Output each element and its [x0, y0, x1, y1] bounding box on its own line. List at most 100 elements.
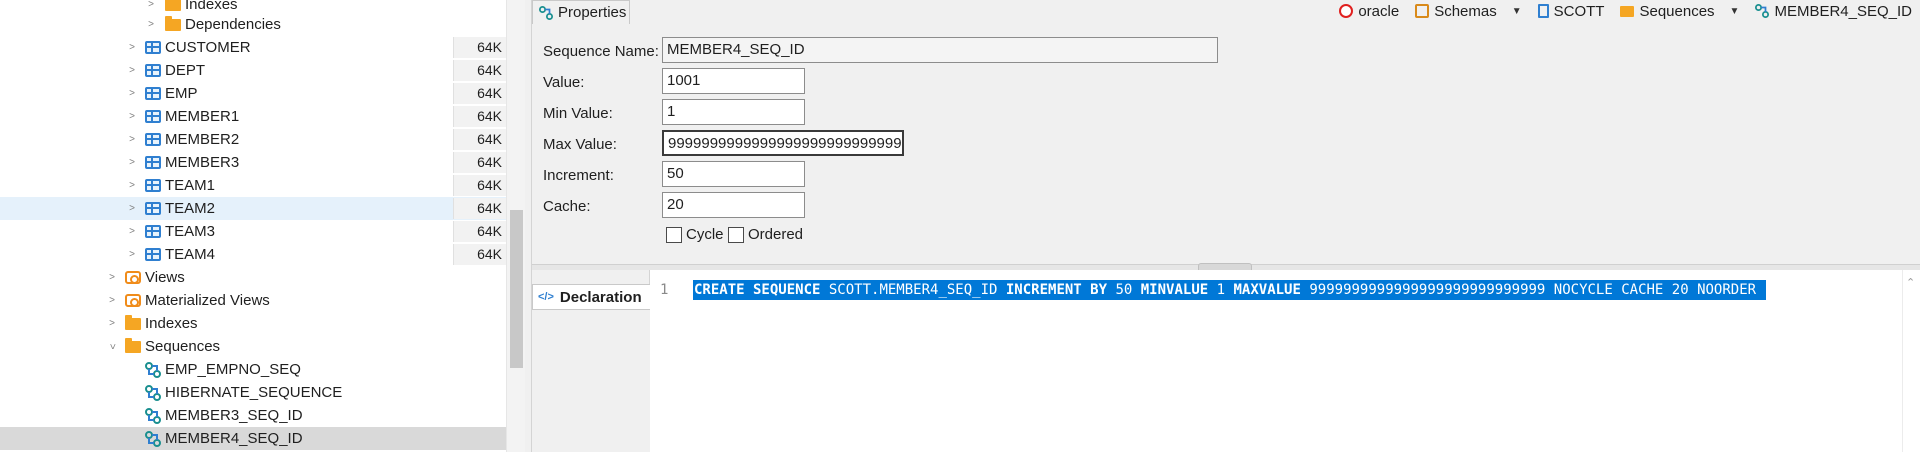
chevron-right-icon[interactable]: > — [106, 266, 118, 289]
tree-node-table-member2[interactable]: > MEMBER2 64K — [0, 128, 506, 151]
tree-node-label: TEAM1 — [165, 177, 216, 194]
sql-editor-scrollbar[interactable]: ⌃ — [1902, 270, 1920, 452]
chevron-down-icon[interactable]: ▼ — [1730, 6, 1740, 17]
tree-node-indexes[interactable]: > Indexes — [0, 312, 506, 335]
chevron-right-icon[interactable]: > — [126, 243, 138, 266]
tree-node-label: Dependencies — [185, 16, 281, 33]
tree-node-label: MEMBER3 — [165, 154, 240, 171]
breadcrumb-schema[interactable]: SCOTT — [1537, 3, 1604, 20]
tree-node-label: DEPT — [165, 62, 206, 79]
ordered-checkbox-label[interactable]: Ordered — [748, 226, 803, 243]
chevron-right-icon[interactable]: > — [106, 289, 118, 312]
ordered-checkbox[interactable] — [728, 227, 744, 243]
chevron-right-icon[interactable]: > — [126, 151, 138, 174]
tab-declaration[interactable]: </> Declaration — [532, 284, 650, 310]
tree-node-sequence-emp-empno-seq[interactable]: EMP_EMPNO_SEQ — [0, 358, 506, 381]
increment-field[interactable]: 50 — [662, 161, 805, 187]
breadcrumb: oracle Schemas ▼ SCOTT Sequences ▼ MEMBE — [1329, 0, 1912, 22]
chevron-right-icon[interactable]: > — [126, 174, 138, 197]
max-value-label: Max Value: — [543, 136, 617, 153]
tree-node-table-emp[interactable]: > EMP 64K — [0, 82, 506, 105]
tree-node-materialized-views[interactable]: > Materialized Views — [0, 289, 506, 312]
chevron-right-icon[interactable]: > — [126, 59, 138, 82]
tree-scrollbar-thumb[interactable] — [510, 210, 523, 368]
tree-node-table-member3[interactable]: > MEMBER3 64K — [0, 151, 506, 174]
sequence-editor: Properties oracle Schemas ▼ SCOTT Sequen… — [532, 0, 1920, 452]
cycle-checkbox-label[interactable]: Cycle — [686, 226, 724, 243]
max-value-field[interactable]: 9999999999999999999999999999 — [662, 130, 904, 156]
chevron-down-icon[interactable]: > — [101, 341, 124, 353]
tree-node-table-dept[interactable]: > DEPT 64K — [0, 59, 506, 82]
value-field[interactable]: 1001 — [662, 68, 805, 94]
tree-node-sequences[interactable]: > Sequences — [0, 335, 506, 358]
sql-text: 1 — [1208, 282, 1234, 298]
tree-node-label: Materialized Views — [145, 292, 270, 309]
breadcrumb-object-label: MEMBER4_SEQ_ID — [1774, 2, 1912, 20]
tree-node-table-team2[interactable]: > TEAM2 64K — [0, 197, 506, 220]
tree-node-table-team1[interactable]: > TEAM1 64K — [0, 174, 506, 197]
folder-icon — [125, 338, 141, 353]
tree-node-label: Indexes — [185, 0, 238, 13]
sequence-icon — [145, 362, 161, 378]
chevron-right-icon[interactable]: > — [126, 128, 138, 151]
tree-node-label: Sequences — [145, 338, 221, 355]
breadcrumb-connection-label: oracle — [1358, 2, 1400, 20]
chevron-right-icon[interactable]: > — [106, 312, 118, 335]
tree-node-table-team3[interactable]: > TEAM3 64K — [0, 220, 506, 243]
tree-node-label: EMP_EMPNO_SEQ — [165, 361, 301, 378]
min-value-field[interactable]: 1 — [662, 99, 805, 125]
view-icon — [125, 271, 141, 284]
folder-icon — [1620, 5, 1635, 17]
tree-node-sequence-member4-seq-id[interactable]: MEMBER4_SEQ_ID — [0, 427, 506, 450]
table-icon — [145, 110, 161, 123]
tree-node-label: TEAM4 — [165, 246, 216, 263]
tree-node-label: CUSTOMER — [165, 39, 251, 56]
table-size-badge: 64K — [453, 244, 506, 265]
tab-properties[interactable]: Properties — [532, 0, 630, 24]
table-size-badge: 64K — [453, 83, 506, 104]
chevron-down-icon[interactable]: ▼ — [1512, 6, 1522, 17]
panel-splitter[interactable] — [525, 0, 532, 452]
sequence-name-field[interactable]: MEMBER4_SEQ_ID — [662, 37, 1218, 63]
tree-node-sequence-hibernate-sequence[interactable]: HIBERNATE_SEQUENCE — [0, 381, 506, 404]
value-label: Value: — [543, 74, 585, 91]
tree-node-table-member1[interactable]: > MEMBER1 64K — [0, 105, 506, 128]
sql-editor[interactable]: 1 CREATE SEQUENCE SCOTT.MEMBER4_SEQ_ID I… — [650, 270, 1920, 452]
sql-keyword: CREATE SEQUENCE — [694, 282, 821, 298]
cache-field[interactable]: 20 — [662, 192, 805, 218]
sql-text-selected[interactable]: CREATE SEQUENCE SCOTT.MEMBER4_SEQ_ID INC… — [693, 280, 1767, 300]
folder-icon — [165, 16, 181, 31]
sql-keyword: MINVALUE — [1140, 282, 1209, 298]
scroll-up-icon[interactable]: ⌃ — [1906, 276, 1915, 289]
materialized-view-icon — [125, 294, 141, 307]
breadcrumb-schemas-label: Schemas — [1434, 2, 1497, 20]
tree-node-sequence-member3-seq-id[interactable]: MEMBER3_SEQ_ID — [0, 404, 506, 427]
chevron-right-icon[interactable]: > — [126, 36, 138, 59]
table-size-badge: 64K — [453, 129, 506, 150]
tree-node-label: Views — [145, 269, 185, 286]
breadcrumb-object[interactable]: MEMBER4_SEQ_ID — [1755, 3, 1912, 20]
table-size-badge: 64K — [453, 60, 506, 81]
chevron-right-icon[interactable]: > — [126, 105, 138, 128]
chevron-right-icon[interactable]: > — [126, 82, 138, 105]
chevron-right-icon[interactable]: > — [145, 13, 157, 36]
breadcrumb-schemas[interactable]: Schemas ▼ — [1415, 2, 1522, 20]
tree-scrollbar[interactable] — [506, 0, 525, 452]
tree-node-label: Indexes — [145, 315, 198, 332]
tree-node-views[interactable]: > Views — [0, 266, 506, 289]
breadcrumb-connection[interactable]: oracle — [1339, 3, 1399, 20]
table-size-badge: 64K — [453, 37, 506, 58]
sequence-icon — [539, 5, 553, 20]
tree-node-table-team4[interactable]: > TEAM4 64K — [0, 243, 506, 266]
breadcrumb-sequences[interactable]: Sequences ▼ — [1620, 3, 1739, 20]
increment-label: Increment: — [543, 167, 614, 184]
folder-icon — [125, 315, 141, 330]
chevron-right-icon[interactable]: > — [126, 197, 138, 220]
cycle-checkbox[interactable] — [666, 227, 682, 243]
tab-properties-label: Properties — [558, 4, 627, 21]
chevron-right-icon[interactable]: > — [126, 220, 138, 243]
table-icon — [145, 179, 161, 192]
database-navigator-tree[interactable]: > Indexes > Dependencies > CUSTOMER 64K … — [0, 0, 506, 452]
tree-node-table-customer[interactable]: > CUSTOMER 64K — [0, 36, 506, 59]
tree-node-dependencies[interactable]: > Dependencies — [0, 13, 506, 36]
